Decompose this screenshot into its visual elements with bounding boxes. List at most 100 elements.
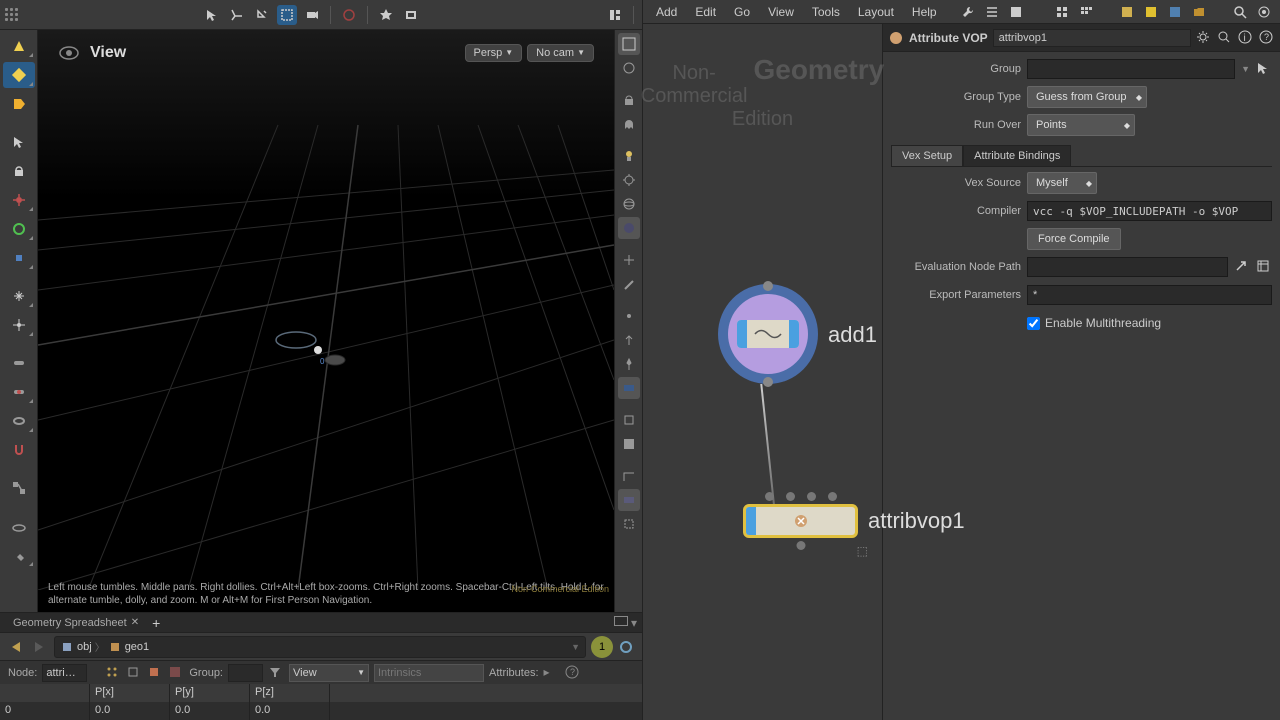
menu-icon[interactable]: ▾ [631,616,637,630]
menu-add[interactable]: Add [648,3,685,21]
menu-edit[interactable]: Edit [687,3,724,21]
grid2-icon[interactable] [1077,3,1095,21]
target-icon[interactable] [1255,3,1273,21]
verts-icon[interactable] [126,665,142,681]
force-compile-button[interactable]: Force Compile [1027,228,1121,250]
multithread-checkbox[interactable] [1027,317,1040,330]
node-name-input[interactable] [993,29,1191,47]
node-attribvop1[interactable]: attribvop1 ⬚ [743,504,858,538]
tool-r2[interactable] [618,57,640,79]
menu-layout[interactable]: Layout [850,3,902,21]
tool-tag[interactable] [3,91,35,117]
tool-lock[interactable] [3,158,35,184]
back-button[interactable] [8,640,26,654]
gear-icon[interactable] [1196,30,1212,46]
record-icon[interactable] [339,5,359,25]
close-icon[interactable]: ✕ [131,617,139,628]
tab-geometry-spreadsheet[interactable]: Geometry Spreadsheet✕ [5,615,147,631]
persp-dropdown[interactable]: Persp▼ [465,44,523,62]
normal-icon[interactable] [618,329,640,351]
select-arrow-icon[interactable] [202,5,222,25]
group-type-select[interactable]: Guess from Group◆ [1027,86,1147,108]
pin-tool-icon[interactable] [618,353,640,375]
tool-handle2[interactable] [3,379,35,405]
col-px[interactable]: P[x] [90,684,170,702]
bg2-icon[interactable] [618,513,640,535]
filter-icon[interactable] [268,665,284,681]
list-icon[interactable] [983,3,1001,21]
ruler-icon[interactable] [618,465,640,487]
color-icon[interactable] [618,409,640,431]
tool-rotate[interactable] [3,216,35,242]
display-opts-icon[interactable] [618,377,640,399]
help-icon[interactable]: ? [1259,30,1275,46]
point-icon[interactable] [618,305,640,327]
text-icon[interactable] [1007,3,1025,21]
bg-icon[interactable] [618,433,640,455]
tool-snap-point[interactable] [3,312,35,338]
col-pz[interactable]: P[z] [250,684,330,702]
info-icon[interactable]: i [1238,30,1254,46]
menu-view[interactable]: View [760,3,802,21]
chooser-icon[interactable] [1256,259,1272,275]
add-tab-button[interactable]: + [152,615,160,631]
node-add1[interactable]: add1 [718,284,818,384]
col-index[interactable] [0,684,90,702]
dropdown-icon[interactable]: ▼ [1241,64,1250,74]
lock-view-icon[interactable] [618,89,640,111]
eval-path-input[interactable] [1027,257,1228,277]
tool-network[interactable] [3,475,35,501]
tool-handle1[interactable] [3,350,35,376]
tab-vex-setup[interactable]: Vex Setup [891,145,963,166]
maximize-icon[interactable] [614,616,628,626]
link-icon[interactable] [618,639,634,655]
xray-icon[interactable] [618,249,640,271]
view-select[interactable]: View▼ [289,664,369,682]
menu-go[interactable]: Go [726,3,758,21]
path-input[interactable]: obj 〉 geo1 ▼ [54,636,586,658]
group-field[interactable] [228,664,263,682]
area-select-icon[interactable] [277,5,297,25]
snapshot-icon[interactable] [401,5,421,25]
network-view[interactable]: Non-CommercialGeometry Edition [643,24,882,720]
compiler-input[interactable] [1027,201,1272,221]
play-icon[interactable]: ▸ [544,665,560,681]
tool-select[interactable] [3,62,35,88]
points-icon[interactable] [105,665,121,681]
tool-arrow[interactable] [3,129,35,155]
search-icon[interactable] [1217,30,1233,46]
menu-tools[interactable]: Tools [804,3,848,21]
node-field[interactable] [42,664,87,682]
tool-handle3[interactable] [3,408,35,434]
intrinsics-select[interactable]: Intrinsics [374,664,484,682]
wrench-icon[interactable] [959,3,977,21]
select-arrow-icon[interactable] [1256,61,1272,77]
table-row[interactable]: 0 0.0 0.0 0.0 [0,702,642,720]
search-icon[interactable] [1231,3,1249,21]
light-icon[interactable] [618,145,640,167]
material-icon[interactable] [618,217,640,239]
detail-icon[interactable] [168,665,184,681]
marker-icon[interactable] [618,273,640,295]
run-over-select[interactable]: Points◆ [1027,114,1135,136]
folder-icon[interactable] [1190,3,1208,21]
image-icon[interactable] [1166,3,1184,21]
world-icon[interactable] [618,193,640,215]
tool-magnet[interactable] [3,437,35,463]
vex-source-select[interactable]: Myself◆ [1027,172,1097,194]
col-py[interactable]: P[y] [170,684,250,702]
note-icon[interactable] [1118,3,1136,21]
tool-scale[interactable] [3,245,35,271]
export-params-input[interactable] [1027,285,1272,305]
3d-viewport[interactable]: 0 View Persp▼ No cam▼ Left mouse tumbles… [38,30,614,612]
prims-icon[interactable] [147,665,163,681]
pin-badge[interactable]: 1 [591,636,613,658]
group-input[interactable] [1027,59,1235,79]
box-select-icon[interactable] [252,5,272,25]
tool-brush[interactable] [3,542,35,568]
menu-help[interactable]: Help [904,3,945,21]
tool-move[interactable] [3,187,35,213]
lasso-icon[interactable] [227,5,247,25]
camera-dropdown[interactable]: No cam▼ [527,44,594,62]
gamma-icon[interactable] [618,489,640,511]
